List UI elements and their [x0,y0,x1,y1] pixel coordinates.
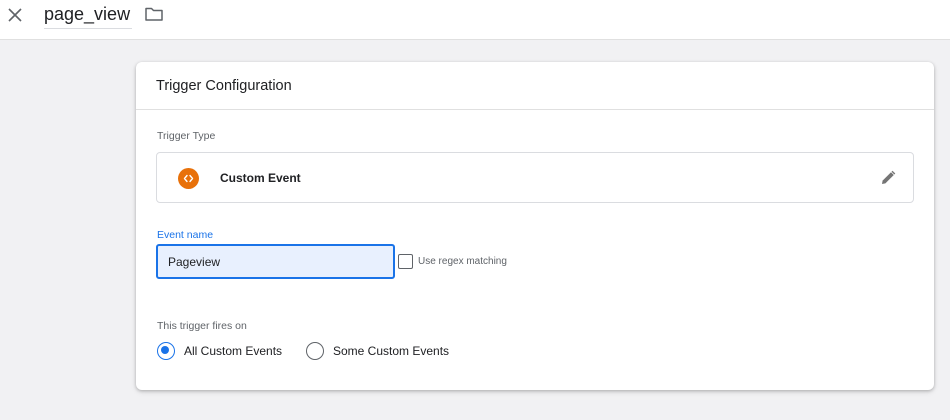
regex-checkbox[interactable] [398,254,413,269]
trigger-type-selector[interactable]: Custom Event [156,152,914,203]
edit-trigger-type-button[interactable] [879,169,897,187]
regex-checkbox-label: Use regex matching [418,256,507,267]
trigger-type-label: Trigger Type [157,130,216,142]
radio-button-selected[interactable] [157,342,175,360]
top-bar [0,0,950,40]
trigger-type-name: Custom Event [220,171,301,185]
card-title: Trigger Configuration [156,78,292,94]
pencil-icon [882,170,896,184]
radio-button-unselected[interactable] [306,342,324,360]
radio-label: Some Custom Events [333,344,450,358]
radio-label: All Custom Events [184,344,283,358]
folder-icon [145,7,163,21]
trigger-configuration-card: Trigger Configuration Trigger Type Custo… [136,62,934,390]
card-header: Trigger Configuration [136,62,934,110]
event-name-input[interactable] [156,244,395,279]
radio-all-custom-events[interactable]: All Custom Events [157,341,282,361]
close-button[interactable] [4,4,26,26]
close-icon [8,8,22,22]
folder-button[interactable] [143,4,165,24]
trigger-name-input[interactable] [44,3,132,29]
event-name-label: Event name [157,229,214,241]
code-brackets-icon [178,168,199,189]
fires-on-label: This trigger fires on [157,320,247,332]
radio-some-custom-events[interactable]: Some Custom Events [306,341,449,361]
